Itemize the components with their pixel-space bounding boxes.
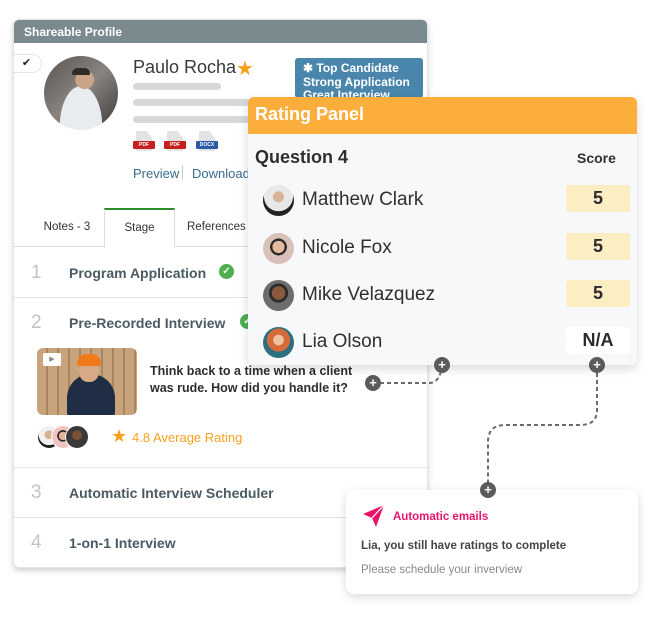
- profile-header: Shareable Profile: [14, 20, 427, 43]
- rater-score[interactable]: 5: [566, 280, 630, 307]
- rater-avatar: [263, 280, 294, 311]
- rating-panel-title: Rating Panel: [248, 97, 637, 134]
- add-connector-icon[interactable]: +: [365, 375, 381, 391]
- add-connector-icon[interactable]: +: [434, 357, 450, 373]
- placeholder-line: [133, 116, 253, 123]
- favorite-star-icon[interactable]: ★: [236, 56, 254, 81]
- stage-number: 3: [31, 482, 42, 503]
- rater-row: Matthew Clark 5: [248, 181, 637, 221]
- link-divider: [182, 165, 183, 180]
- stage-number: 1: [31, 262, 42, 283]
- rating-star-icon: ★: [111, 426, 128, 446]
- file-type-tag: DOCX: [196, 141, 218, 149]
- email-subject: Lia, you still have ratings to complete: [361, 540, 567, 552]
- candidate-name: Paulo Rocha: [133, 57, 237, 77]
- rater-name: Lia Olson: [302, 331, 383, 352]
- rater-score[interactable]: 5: [566, 233, 630, 260]
- download-link[interactable]: Download: [192, 166, 250, 181]
- add-connector-icon[interactable]: +: [480, 482, 496, 498]
- rater-score[interactable]: 5: [566, 185, 630, 212]
- email-body: Please schedule your inverview: [361, 564, 523, 576]
- preview-link[interactable]: Preview: [133, 166, 179, 181]
- rater-avatar: [65, 425, 89, 449]
- rater-score-missing[interactable]: N/A: [566, 327, 630, 354]
- rater-avatar: [263, 327, 294, 358]
- paper-plane-icon: [363, 504, 385, 527]
- rating-panel: Rating Panel Question 4 Score Matthew Cl…: [248, 97, 637, 365]
- rater-name: Nicole Fox: [302, 237, 392, 258]
- placeholder-line: [133, 83, 221, 90]
- stage-number: 2: [31, 312, 42, 333]
- rater-name: Mike Velazquez: [302, 284, 436, 305]
- placeholder-line: [133, 99, 253, 106]
- pdf-file-icon[interactable]: PDF: [164, 131, 186, 153]
- automatic-emails-card: Automatic emails Lia, you still have rat…: [346, 490, 638, 594]
- tag-strong-application: Strong Application: [303, 74, 410, 89]
- rater-avatar: [263, 185, 294, 216]
- email-card-title: Automatic emails: [393, 511, 489, 523]
- select-checkbox[interactable]: ✔: [14, 54, 42, 73]
- rater-row: Nicole Fox 5: [248, 229, 637, 269]
- stage-number: 4: [31, 532, 42, 553]
- rater-name: Matthew Clark: [302, 189, 424, 210]
- tab-notes[interactable]: Notes - 3: [30, 208, 104, 247]
- question-label: Question 4: [255, 147, 349, 167]
- file-type-tag: PDF: [133, 141, 155, 149]
- stage-title: Automatic Interview Scheduler: [69, 485, 274, 501]
- stage-title: Pre-Recorded Interview: [69, 315, 226, 331]
- candidate-avatar: [44, 56, 118, 130]
- file-type-tag: PDF: [164, 141, 186, 149]
- tab-references[interactable]: References: [175, 208, 255, 247]
- stage-title: 1-on-1 Interview: [69, 535, 176, 551]
- stage-title: Program Application: [69, 265, 207, 281]
- video-person-hat: [77, 354, 101, 366]
- add-connector-icon[interactable]: +: [589, 357, 605, 373]
- docx-file-icon[interactable]: DOCX: [196, 131, 218, 153]
- interview-video-thumbnail[interactable]: ▶: [37, 348, 137, 415]
- score-column-header: Score: [577, 150, 616, 166]
- play-icon[interactable]: ▶: [43, 353, 61, 366]
- completed-check-icon: ✓: [219, 264, 234, 279]
- rater-avatar: [263, 233, 294, 264]
- pdf-file-icon[interactable]: PDF: [133, 131, 155, 153]
- tab-stage[interactable]: Stage: [104, 208, 175, 248]
- rater-row: Mike Velazquez 5: [248, 276, 637, 316]
- candidate-tags: ✱ Top Candidate Strong Application Great…: [295, 58, 423, 98]
- connector-panel-to-email: [487, 366, 598, 490]
- interview-question: Think back to a time when a client was r…: [150, 364, 353, 395]
- average-rating: 4.8 Average Rating: [132, 430, 243, 445]
- tag-top-candidate: ✱ Top Candidate: [303, 61, 399, 75]
- rater-avatar-group: [37, 425, 107, 449]
